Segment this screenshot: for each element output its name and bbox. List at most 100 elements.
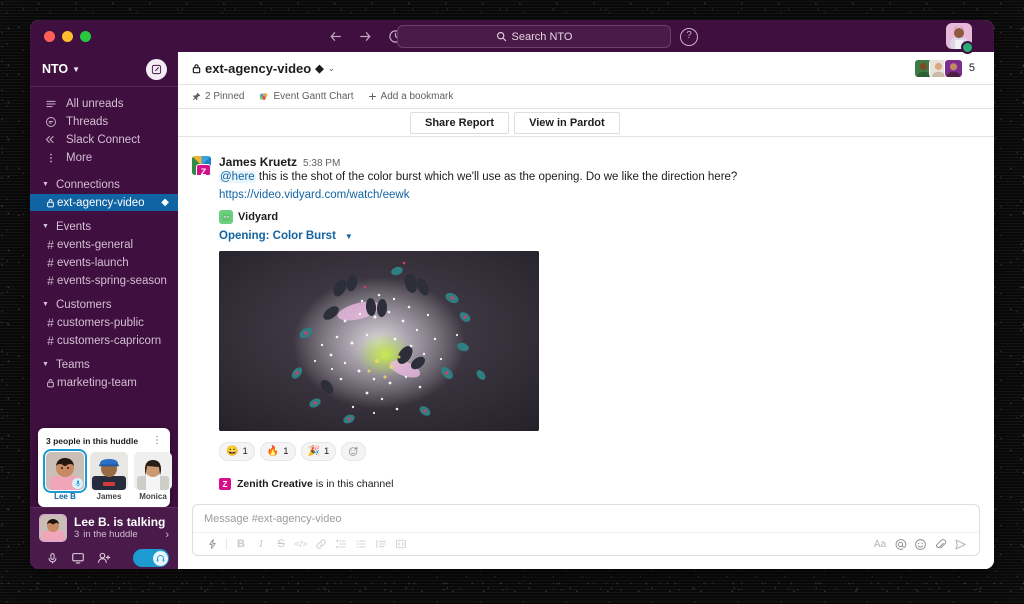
add-reaction-button[interactable] — [341, 442, 367, 461]
hash-icon: # — [47, 237, 54, 252]
sidebar-item-all-unreads[interactable]: All unreads — [30, 95, 178, 112]
sidebar-item-label: More — [66, 151, 93, 164]
avatar — [90, 452, 128, 490]
italic-label: I — [259, 538, 263, 550]
sidebar-section-teams: ▼ Teams marketing-team — [30, 356, 178, 391]
section-header[interactable]: ▼ Events — [30, 218, 178, 235]
share-report-button[interactable]: Share Report — [410, 111, 510, 134]
section-header[interactable]: ▼ Customers — [30, 296, 178, 313]
channel-title[interactable]: ext-agency-video ◆ ⌄ — [192, 61, 335, 76]
sidebar-nav: All unreads Threads Slack Connect More — [30, 87, 178, 169]
avatar-image — [40, 515, 66, 541]
sidebar-item-marketing-team[interactable]: marketing-team — [30, 374, 178, 391]
workspace-name: NTO — [42, 62, 69, 76]
strikethrough-icon[interactable]: S — [271, 535, 291, 553]
participant-name: Lee B — [54, 492, 76, 501]
caret-down-icon[interactable]: ▼ — [345, 232, 353, 241]
mention-here[interactable]: @here — [219, 171, 256, 183]
video-thumbnail[interactable] — [219, 251, 539, 431]
app-attribution: Vidyard — [219, 210, 980, 224]
video-title[interactable]: Opening: Color Burst ▼ — [219, 230, 980, 242]
reaction-grinning-face[interactable]: 😀 1 — [219, 442, 255, 461]
section-header[interactable]: ▼ Teams — [30, 356, 178, 373]
bold-icon[interactable]: B — [231, 535, 251, 553]
huddle-status[interactable]: Lee B. is talking 3 in the huddle › — [39, 514, 169, 542]
help-icon[interactable]: ? — [680, 28, 698, 46]
add-bookmark-button[interactable]: Add a bookmark — [368, 91, 453, 102]
sidebar-section-events: ▼ Events # events-general # events-launc… — [30, 218, 178, 289]
chevron-down-icon[interactable]: ⌄ — [328, 63, 336, 74]
section-title: Customers — [55, 298, 112, 311]
composer-placeholder: Message #ext-agency-video — [204, 512, 342, 525]
headphones-toggle[interactable] — [133, 549, 169, 567]
app-badge: Z — [196, 164, 211, 175]
formatting-icon[interactable]: Aa — [870, 535, 890, 553]
bookmark-bar: 2 Pinned Event Gantt Chart Add a bookmar… — [178, 85, 994, 109]
sidebar: NTO ▼ All unreads Threads Slack Connect … — [30, 52, 178, 569]
blockquote-icon[interactable] — [371, 535, 391, 553]
close-window-button[interactable] — [44, 30, 55, 42]
message-input[interactable]: Message #ext-agency-video — [193, 505, 979, 532]
sidebar-item-customers-capricorn[interactable]: # customers-capricorn — [30, 332, 178, 349]
screen-share-icon[interactable] — [65, 551, 91, 565]
lightning-bolt-icon[interactable] — [202, 535, 222, 553]
huddle-people-list: Lee B James Monica — [43, 449, 172, 501]
video-title-text: Opening: Color Burst — [219, 230, 336, 242]
microphone-icon[interactable] — [39, 552, 65, 565]
section-header[interactable]: ▼ Connections — [30, 176, 178, 193]
window-body: NTO ▼ All unreads Threads Slack Connect … — [30, 52, 994, 569]
sidebar-item-customers-public[interactable]: # customers-public — [30, 314, 178, 331]
send-icon[interactable] — [950, 535, 970, 553]
toggle-knob — [152, 550, 168, 566]
chevron-right-icon[interactable]: › — [165, 529, 169, 541]
workspace-switcher[interactable]: NTO ▼ — [42, 62, 80, 76]
huddle-controls — [39, 549, 169, 567]
sidebar-item-events-spring-season[interactable]: # events-spring-season — [30, 272, 178, 289]
sidebar-item-more[interactable]: More — [30, 149, 178, 166]
view-in-pardot-button[interactable]: View in Pardot — [514, 111, 620, 134]
sidebar-item-events-launch[interactable]: # events-launch — [30, 254, 178, 271]
mention-icon[interactable] — [890, 535, 910, 553]
reaction-party-popper[interactable]: 🎉 1 — [300, 442, 337, 461]
reaction-fire[interactable]: 🔥 1 — [259, 442, 296, 461]
join-notice-suffix: is in this channel — [312, 478, 394, 490]
arrow-left-icon[interactable] — [328, 29, 343, 44]
sidebar-item-slack-connect[interactable]: Slack Connect — [30, 131, 178, 148]
bookmark-event-gantt-chart[interactable]: Event Gantt Chart — [258, 91, 354, 102]
code-block-icon[interactable] — [391, 535, 411, 553]
member-list-button[interactable]: 5 — [909, 56, 980, 81]
maximize-window-button[interactable] — [80, 30, 91, 42]
sidebar-item-events-general[interactable]: # events-general — [30, 236, 178, 253]
minimize-window-button[interactable] — [62, 30, 73, 42]
badge-letter: Z — [200, 166, 207, 176]
sidebar-item-ext-agency-video[interactable]: ext-agency-video ◆ — [30, 194, 178, 211]
emoji-icon[interactable] — [910, 535, 930, 553]
composer-toolbar: B I S </> Aa — [193, 532, 979, 555]
sidebar-item-threads[interactable]: Threads — [30, 113, 178, 130]
avatar — [134, 452, 172, 490]
search-input[interactable]: Search NTO — [397, 25, 671, 48]
code-icon[interactable]: </> — [291, 535, 311, 553]
huddle-card-title: 3 people in this huddle — [46, 435, 139, 446]
message-timestamp[interactable]: 5:38 PM — [303, 158, 340, 169]
caret-down-icon: ▼ — [42, 301, 49, 308]
kebab-menu-icon[interactable]: ⋮ — [152, 435, 162, 446]
huddle-participant-monica[interactable]: Monica — [134, 452, 172, 501]
link-icon[interactable] — [311, 535, 331, 553]
ordered-list-icon[interactable] — [331, 535, 351, 553]
invite-person-icon[interactable] — [91, 551, 117, 565]
huddle-participant-lee-b[interactable]: Lee B — [43, 449, 87, 501]
arrow-right-icon[interactable] — [358, 29, 373, 44]
compose-button[interactable] — [146, 58, 167, 80]
slack-connect-icon — [44, 133, 57, 146]
message-link[interactable]: https://video.vidyard.com/watch/eewk — [219, 187, 980, 203]
hash-icon: # — [47, 333, 54, 348]
bookmark-pinned[interactable]: 2 Pinned — [192, 91, 244, 102]
message-author[interactable]: James Kruetz — [219, 155, 297, 169]
format-label: Aa — [873, 538, 887, 550]
message-avatar[interactable]: Z — [192, 156, 211, 175]
attachment-icon[interactable] — [930, 535, 950, 553]
italic-icon[interactable]: I — [251, 535, 271, 553]
bulleted-list-icon[interactable] — [351, 535, 371, 553]
huddle-participant-james[interactable]: James — [90, 452, 128, 501]
